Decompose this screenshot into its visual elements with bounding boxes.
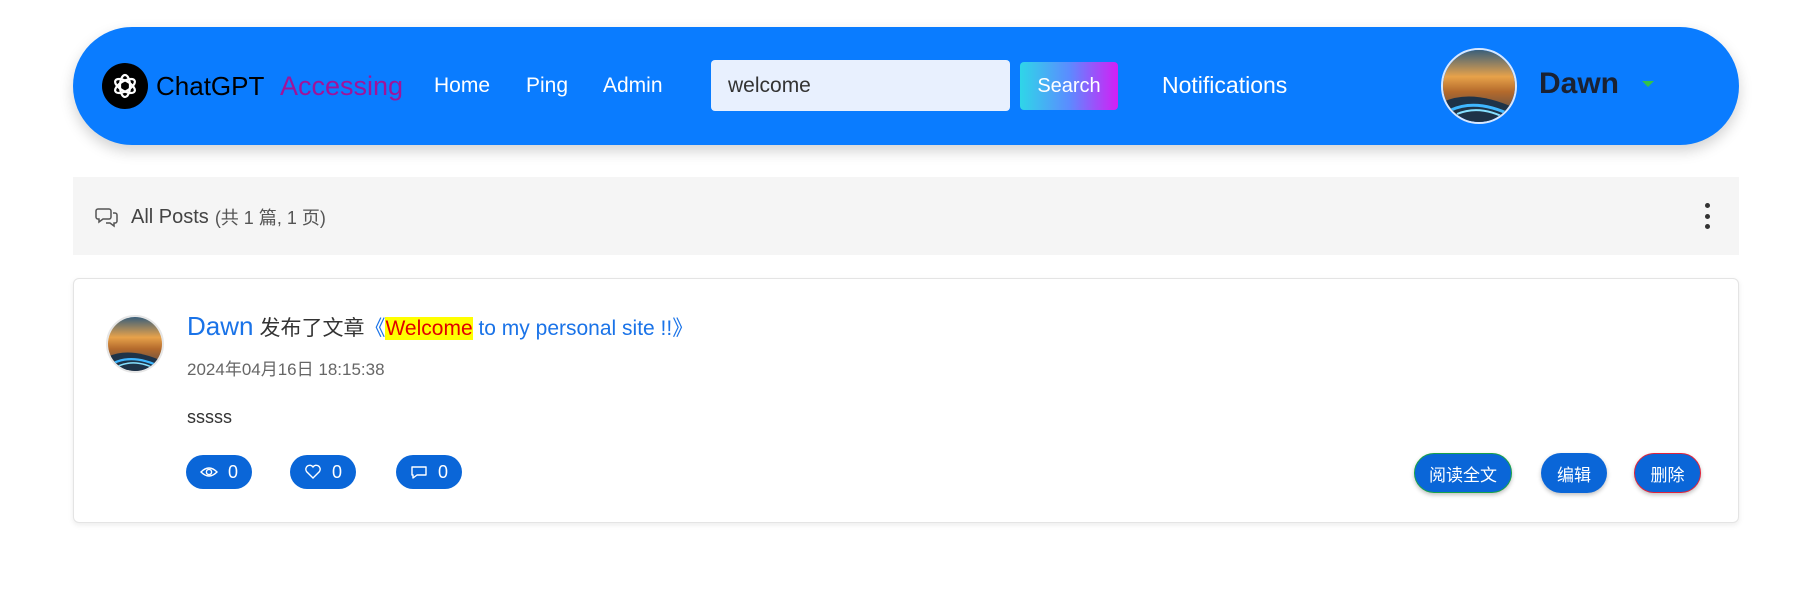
post-author[interactable]: Dawn bbox=[187, 311, 253, 342]
top-navbar: ChatGPT Accessing Home Ping Admin Search… bbox=[73, 27, 1739, 145]
post-date: 2024年04月16日 18:15:38 bbox=[187, 360, 385, 379]
comments-value: 0 bbox=[438, 461, 449, 482]
nav-link-home[interactable]: Home bbox=[434, 74, 490, 98]
post-card: Dawn 发布了文章 《Welcome to my personal site … bbox=[73, 278, 1739, 523]
title-highlight: Welcome bbox=[385, 317, 473, 340]
post-title-link[interactable]: 《Welcome to my personal site !!》 bbox=[364, 312, 693, 342]
title-rest: to my personal site !! bbox=[472, 317, 673, 340]
search-button[interactable]: Search bbox=[1020, 62, 1118, 110]
caret-down-icon[interactable] bbox=[1642, 81, 1654, 87]
posts-title: All Posts (共 1 篇, 1 页) bbox=[95, 204, 326, 230]
nav-link-admin[interactable]: Admin bbox=[603, 74, 663, 98]
heart-icon bbox=[305, 464, 321, 479]
views-count[interactable]: 0 bbox=[186, 455, 253, 489]
likes-value: 0 bbox=[332, 461, 343, 482]
posts-count: (共 1 篇, 1 页) bbox=[214, 208, 326, 228]
comments-count[interactable]: 0 bbox=[396, 455, 463, 489]
author-avatar[interactable] bbox=[106, 315, 164, 373]
read-full-button[interactable]: 阅读全文 bbox=[1414, 453, 1512, 493]
notifications-link[interactable]: Notifications bbox=[1162, 72, 1287, 99]
post-verb: 发布了文章 bbox=[259, 317, 365, 340]
accessing-label: Accessing bbox=[280, 71, 404, 101]
title-close-bracket: 》 bbox=[672, 317, 694, 340]
openai-logo-icon bbox=[102, 63, 148, 109]
views-value: 0 bbox=[228, 461, 239, 482]
brand-name[interactable]: ChatGPT bbox=[156, 71, 264, 102]
post-header: Dawn 发布了文章 《Welcome to my personal site … bbox=[187, 311, 693, 342]
posts-header: All Posts (共 1 篇, 1 页) bbox=[73, 177, 1739, 255]
post-excerpt: sssss bbox=[187, 407, 232, 427]
chat-bubbles-icon bbox=[95, 208, 118, 228]
likes-count[interactable]: 0 bbox=[290, 455, 357, 489]
brand[interactable]: ChatGPT bbox=[102, 63, 264, 109]
user-name[interactable]: Dawn bbox=[1539, 67, 1619, 101]
title-open-bracket: 《 bbox=[364, 317, 386, 340]
comment-icon bbox=[411, 466, 427, 479]
search-input[interactable] bbox=[711, 60, 1010, 111]
edit-button[interactable]: 编辑 bbox=[1541, 453, 1607, 493]
posts-title-label: All Posts bbox=[131, 205, 209, 228]
nav-link-ping[interactable]: Ping bbox=[526, 74, 568, 98]
more-vertical-icon[interactable] bbox=[1703, 203, 1711, 229]
delete-button[interactable]: 删除 bbox=[1634, 453, 1701, 493]
user-avatar[interactable] bbox=[1441, 48, 1517, 124]
eye-icon bbox=[200, 467, 218, 477]
